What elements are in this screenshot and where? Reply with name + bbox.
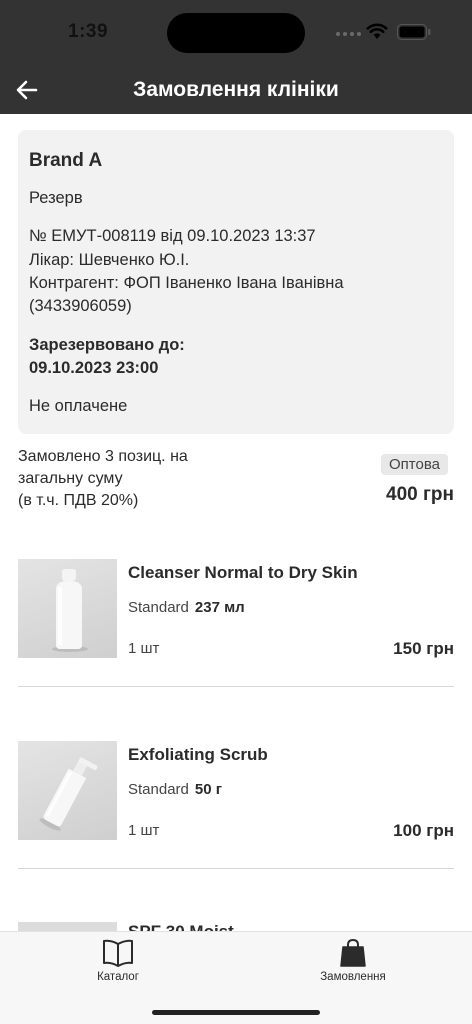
page-title: Замовлення клініки <box>133 78 339 101</box>
payment-status: Не оплачене <box>29 397 128 415</box>
order-total: 400 грн <box>386 484 454 505</box>
tab-orders[interactable]: Замовлення <box>293 938 413 983</box>
wifi-icon <box>366 23 388 39</box>
variant-size: 50 г <box>194 781 222 798</box>
order-info-card: Brand A Резерв № ЕМУТ-008119 від 09.10.2… <box>18 130 454 434</box>
variant-size: 237 мл <box>194 599 245 616</box>
product-image <box>18 741 117 840</box>
contractor-line: Контрагент: ФОП Іваненко Івана Іванівна <box>29 274 344 292</box>
contractor-code: (3433906059) <box>29 297 132 315</box>
product-name: Cleanser Normal to Dry Skin <box>128 563 358 582</box>
product-image <box>18 559 117 658</box>
tab-catalog[interactable]: Каталог <box>58 938 178 983</box>
doctor-line: Лікар: Шевченко Ю.І. <box>29 251 190 269</box>
tab-orders-label: Замовлення <box>320 971 386 983</box>
product-price: 150 грн <box>393 639 454 658</box>
reserved-until: 09.10.2023 23:00 <box>29 359 159 377</box>
product-quantity: 1 шт <box>128 822 160 839</box>
variant-label: Standard <box>128 781 189 798</box>
home-indicator <box>152 1010 320 1015</box>
product-quantity: 1 шт <box>128 640 160 657</box>
order-item[interactable]: Cleanser Normal to Dry Skin Standard 237 … <box>18 559 454 687</box>
tab-catalog-label: Каталог <box>97 971 139 983</box>
book-icon <box>103 939 133 967</box>
vat-text: (в т.ч. ПДВ 20%) <box>18 492 139 509</box>
brand-name: Brand A <box>29 150 103 171</box>
divider <box>18 686 454 687</box>
signal-icon <box>336 32 361 36</box>
battery-icon <box>397 24 431 40</box>
product-variant: Standard 50 г <box>128 781 222 798</box>
app-header: 1:39 Замовлення клініки <box>0 0 472 114</box>
dynamic-island <box>167 13 305 53</box>
summary-text: Замовлено 3 позиц. на загальну суму <box>18 448 188 487</box>
status-time: 1:39 <box>68 21 109 42</box>
product-price: 100 грн <box>393 821 454 840</box>
order-summary: Замовлено 3 позиц. на загальну суму (в т… <box>18 446 454 516</box>
shopping-bag-icon <box>340 938 366 967</box>
divider <box>18 868 454 869</box>
product-name: Exfoliating Scrub <box>128 745 268 764</box>
variant-label: Standard <box>128 599 189 616</box>
order-number: № ЕМУТ-008119 від 09.10.2023 13:37 <box>29 227 316 245</box>
reserved-label: Зарезервовано до: <box>29 336 185 354</box>
price-type-badge: Оптова <box>381 454 448 475</box>
product-variant: Standard 237 мл <box>128 599 245 616</box>
order-item[interactable]: Exfoliating Scrub Standard 50 г 1 шт 100 … <box>18 741 454 869</box>
order-status: Резерв <box>29 189 83 207</box>
